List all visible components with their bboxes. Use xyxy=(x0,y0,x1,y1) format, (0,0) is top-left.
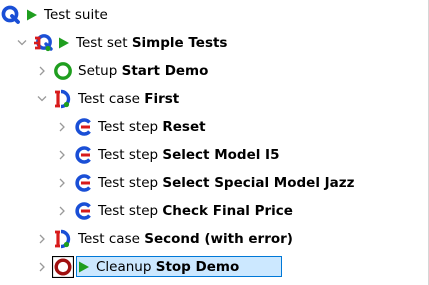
tree-item-label: Test case Second (with error) xyxy=(78,230,293,248)
node-name-label: Reset xyxy=(162,119,206,135)
tree-item[interactable]: Setup Start Demo xyxy=(0,59,420,83)
test-case-icon xyxy=(52,228,74,250)
play-icon xyxy=(58,37,70,49)
tree-item[interactable]: Test step Reset xyxy=(0,115,420,139)
tree-item-label: Setup Start Demo xyxy=(78,62,208,80)
expand-chevron-icon[interactable] xyxy=(56,203,68,219)
node-type-label: Setup xyxy=(78,63,118,79)
test-set-icon xyxy=(32,32,54,54)
expand-chevron-icon[interactable] xyxy=(56,147,68,163)
test-tree[interactable]: Test suite Test set Simple Tests Setup S… xyxy=(0,0,429,285)
tree-item[interactable]: Cleanup Stop Demo xyxy=(0,255,420,279)
expand-chevron-icon[interactable] xyxy=(36,259,48,275)
test-step-icon xyxy=(72,172,94,194)
tree-item-label: Test step Select Model I5 xyxy=(98,146,279,164)
node-type-label: Cleanup xyxy=(96,259,152,275)
play-icon xyxy=(26,9,38,21)
test-step-icon xyxy=(72,144,94,166)
node-type-label: Test suite xyxy=(44,7,108,23)
tree-item-label: Test suite xyxy=(44,6,108,24)
node-name-label: Start Demo xyxy=(121,63,209,79)
tree-item-label: Test step Select Special Model Jazz xyxy=(98,174,355,192)
node-name-label: Stop Demo xyxy=(155,259,240,275)
test-step-icon xyxy=(72,200,94,222)
tree-item[interactable]: Test case Second (with error) xyxy=(0,227,420,251)
node-type-label: Test step xyxy=(98,175,159,191)
test-case-icon xyxy=(52,88,74,110)
tree-item-label: Test case First xyxy=(78,90,179,108)
tree-item-label: Cleanup Stop Demo xyxy=(96,258,239,276)
node-name-label: Select Model I5 xyxy=(162,147,280,163)
tree-item[interactable]: Test set Simple Tests xyxy=(0,31,420,55)
tree-item[interactable]: Test step Select Special Model Jazz xyxy=(0,171,420,195)
node-name-label: Simple Tests xyxy=(131,35,228,51)
node-name-label: Check Final Price xyxy=(162,203,293,219)
node-type-label: Test step xyxy=(98,147,159,163)
collapse-chevron-icon[interactable] xyxy=(36,91,48,107)
node-type-label: Test case xyxy=(78,91,140,107)
setup-icon xyxy=(52,60,74,82)
tree-item-label: Test step Check Final Price xyxy=(98,202,293,220)
node-type-label: Test step xyxy=(98,203,159,219)
node-name-label: Second (with error) xyxy=(144,231,293,247)
node-name-label: First xyxy=(144,91,180,107)
tree-item[interactable]: Test step Select Model I5 xyxy=(0,143,420,167)
expand-chevron-icon[interactable] xyxy=(56,175,68,191)
play-icon xyxy=(78,261,90,273)
node-type-label: Test case xyxy=(78,231,140,247)
expand-chevron-icon[interactable] xyxy=(56,119,68,135)
tree-item[interactable]: Test suite xyxy=(0,3,420,27)
expand-chevron-icon[interactable] xyxy=(36,63,48,79)
tree-item[interactable]: Test case First xyxy=(0,87,420,111)
expand-chevron-icon[interactable] xyxy=(36,231,48,247)
test-step-icon xyxy=(72,116,94,138)
tree-item-label: Test step Reset xyxy=(98,118,206,136)
node-type-label: Test step xyxy=(98,119,159,135)
collapse-chevron-icon[interactable] xyxy=(16,35,28,51)
tree-item[interactable]: Test step Check Final Price xyxy=(0,199,420,223)
node-type-label: Test set xyxy=(76,35,128,51)
test-suite-icon xyxy=(0,4,22,26)
cleanup-icon xyxy=(52,256,74,278)
tree-item-label: Test set Simple Tests xyxy=(76,34,227,52)
node-name-label: Select Special Model Jazz xyxy=(162,175,355,191)
